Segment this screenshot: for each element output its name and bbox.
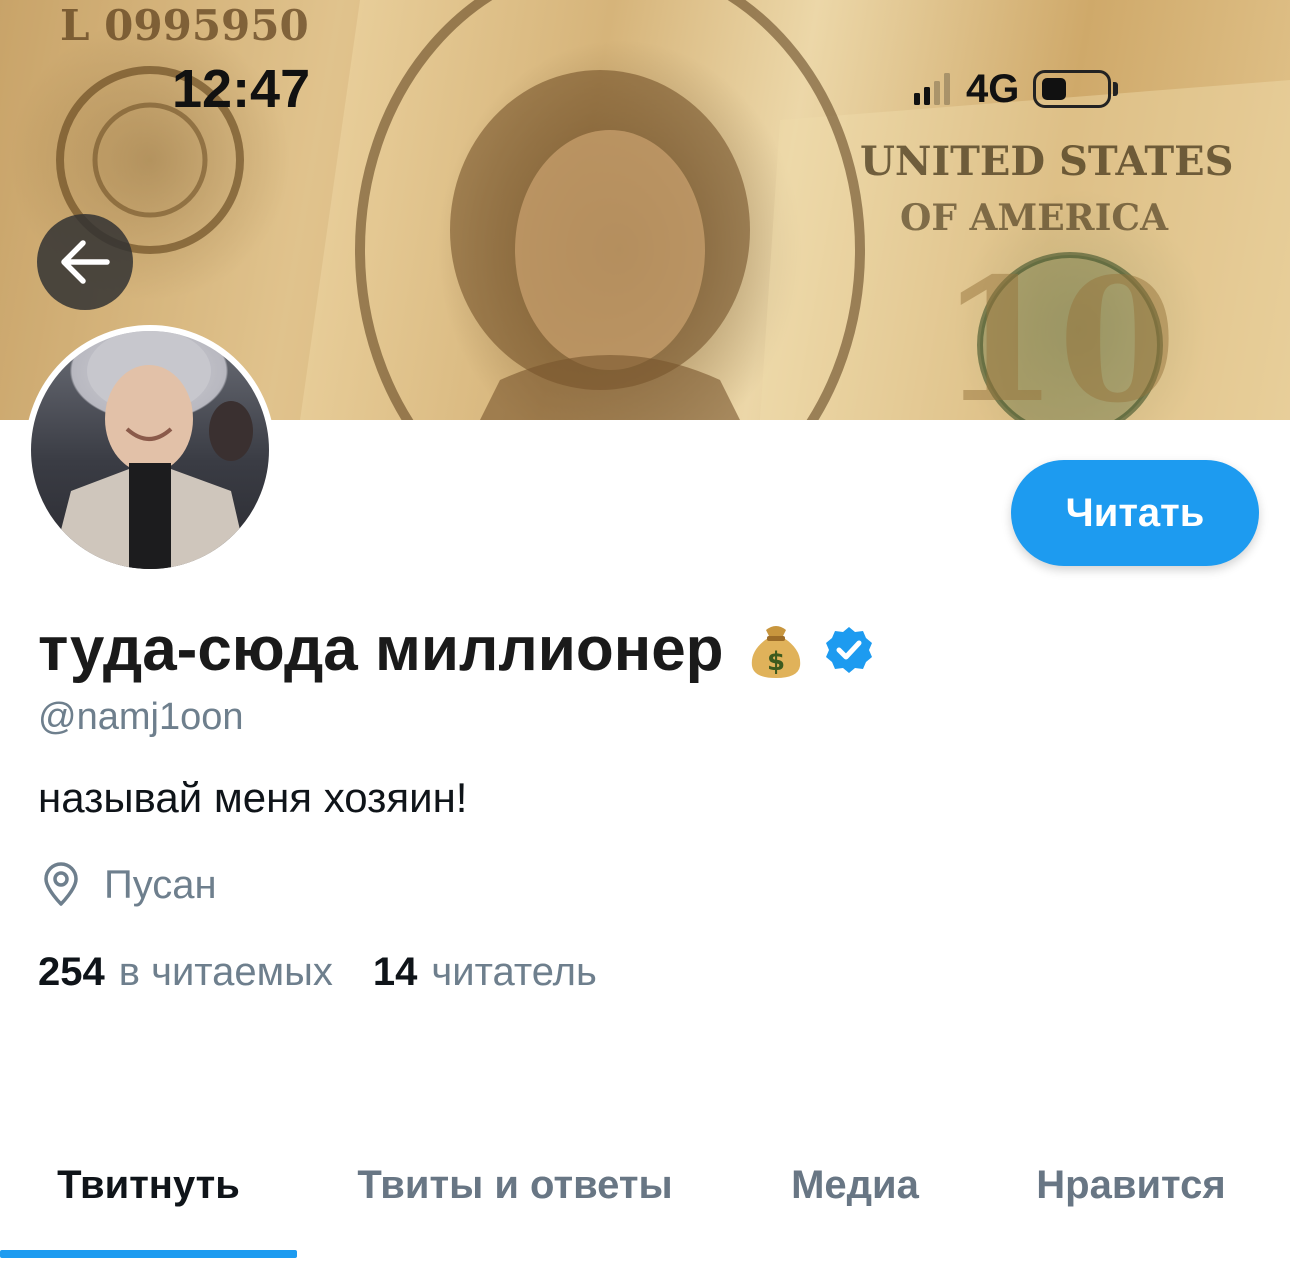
svg-text:OF AMERICA: OF AMERICA [900,197,1169,239]
battery-icon [1033,70,1112,108]
followers-count: 14 [372,950,418,994]
following-count: 254 [38,950,105,994]
avatar[interactable] [25,325,275,575]
following-label: в читаемых [118,950,333,994]
profile-tabs: Твитнуть Твиты и ответы Медиа Нравится [0,1130,1290,1284]
active-tab-indicator [0,1250,297,1258]
signal-icon [914,73,950,105]
tab-tweets[interactable]: Твитнуть [0,1130,297,1240]
profile-bio: называй меня хозяин! [38,774,468,821]
location-pin-icon [44,862,78,906]
svg-text:UNITED STATES: UNITED STATES [860,138,1233,185]
followers-label: читатель [431,950,597,994]
location-text: Пусан [104,862,217,907]
tab-media[interactable]: Медиа [740,1130,970,1240]
back-button[interactable] [37,214,133,310]
svg-text:$: $ [767,647,785,677]
svg-text:L 0995950: L 0995950 [60,1,309,50]
follow-button[interactable]: Читать [1011,460,1259,566]
display-name-row: туда-сюда миллионер $ [38,614,874,685]
tab-tweets-and-replies[interactable]: Твиты и ответы [310,1130,720,1240]
display-name: туда-сюда миллионер [38,615,724,684]
svg-text:10: 10 [940,241,1177,420]
verified-badge-icon [825,626,872,673]
status-time: 12:47 [172,59,311,119]
profile-handle: @namj1oon [38,696,244,738]
tab-likes[interactable]: Нравится [1000,1130,1262,1240]
arrow-left-icon [61,240,110,284]
avatar-photo [51,331,253,569]
network-type: 4G [966,66,1020,111]
followers-stat[interactable]: 14 читатель [373,950,597,995]
profile-location: Пусан [38,862,217,908]
status-indicators: 4G [912,66,1119,112]
money-bag-icon: $ [751,625,800,678]
battery-cap [1113,82,1119,96]
following-stat[interactable]: 254 в читаемых [38,950,333,995]
profile-stats: 254 в читаемых 14 читатель [38,950,597,995]
